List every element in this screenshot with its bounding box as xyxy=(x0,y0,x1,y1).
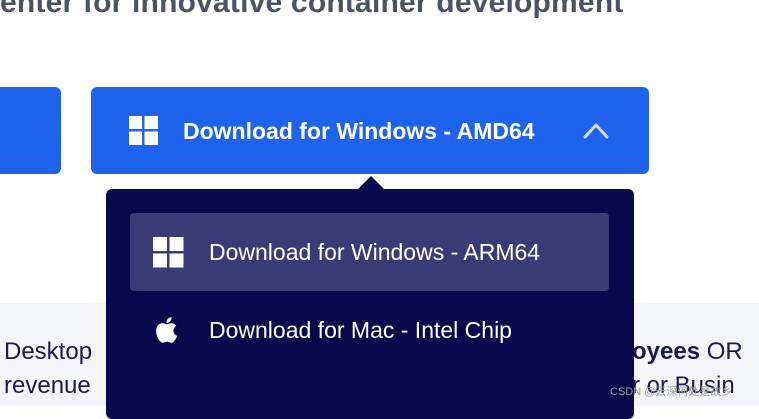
dropdown-item-windows-arm64[interactable]: Download for Windows - ARM64 xyxy=(130,213,609,291)
download-windows-amd64-button[interactable]: Download for Windows - AMD64 xyxy=(91,87,649,174)
band-text-left-1: Desktop xyxy=(4,338,93,365)
download-button-label: Download for Windows - AMD64 xyxy=(183,118,535,144)
band-text-left-2: revenue xyxy=(4,372,91,399)
page-headline: enter for innovative container developme… xyxy=(0,0,624,19)
band-text-right-1-rest: OR xyxy=(700,338,743,365)
dropdown-item-mac-intel[interactable]: Download for Mac - Intel Chip xyxy=(130,291,609,369)
dropdown-item-label: Download for Mac - Intel Chip xyxy=(209,317,512,343)
watermark-text: CSDN @云深何处是故乡 xyxy=(610,386,733,398)
band-text-right-1: oyees OR xyxy=(632,338,743,366)
windows-icon xyxy=(129,116,158,145)
chevron-up-icon[interactable] xyxy=(583,121,609,139)
apple-icon xyxy=(156,317,178,343)
windows-icon xyxy=(153,237,184,268)
dropdown-caret xyxy=(357,176,385,190)
download-button-secondary[interactable] xyxy=(0,87,61,174)
band-text-right-1-bold: oyees xyxy=(632,338,701,365)
dropdown-item-label: Download for Windows - ARM64 xyxy=(209,239,541,265)
download-options-dropdown: Download for Windows - ARM64 Download fo… xyxy=(106,176,634,419)
